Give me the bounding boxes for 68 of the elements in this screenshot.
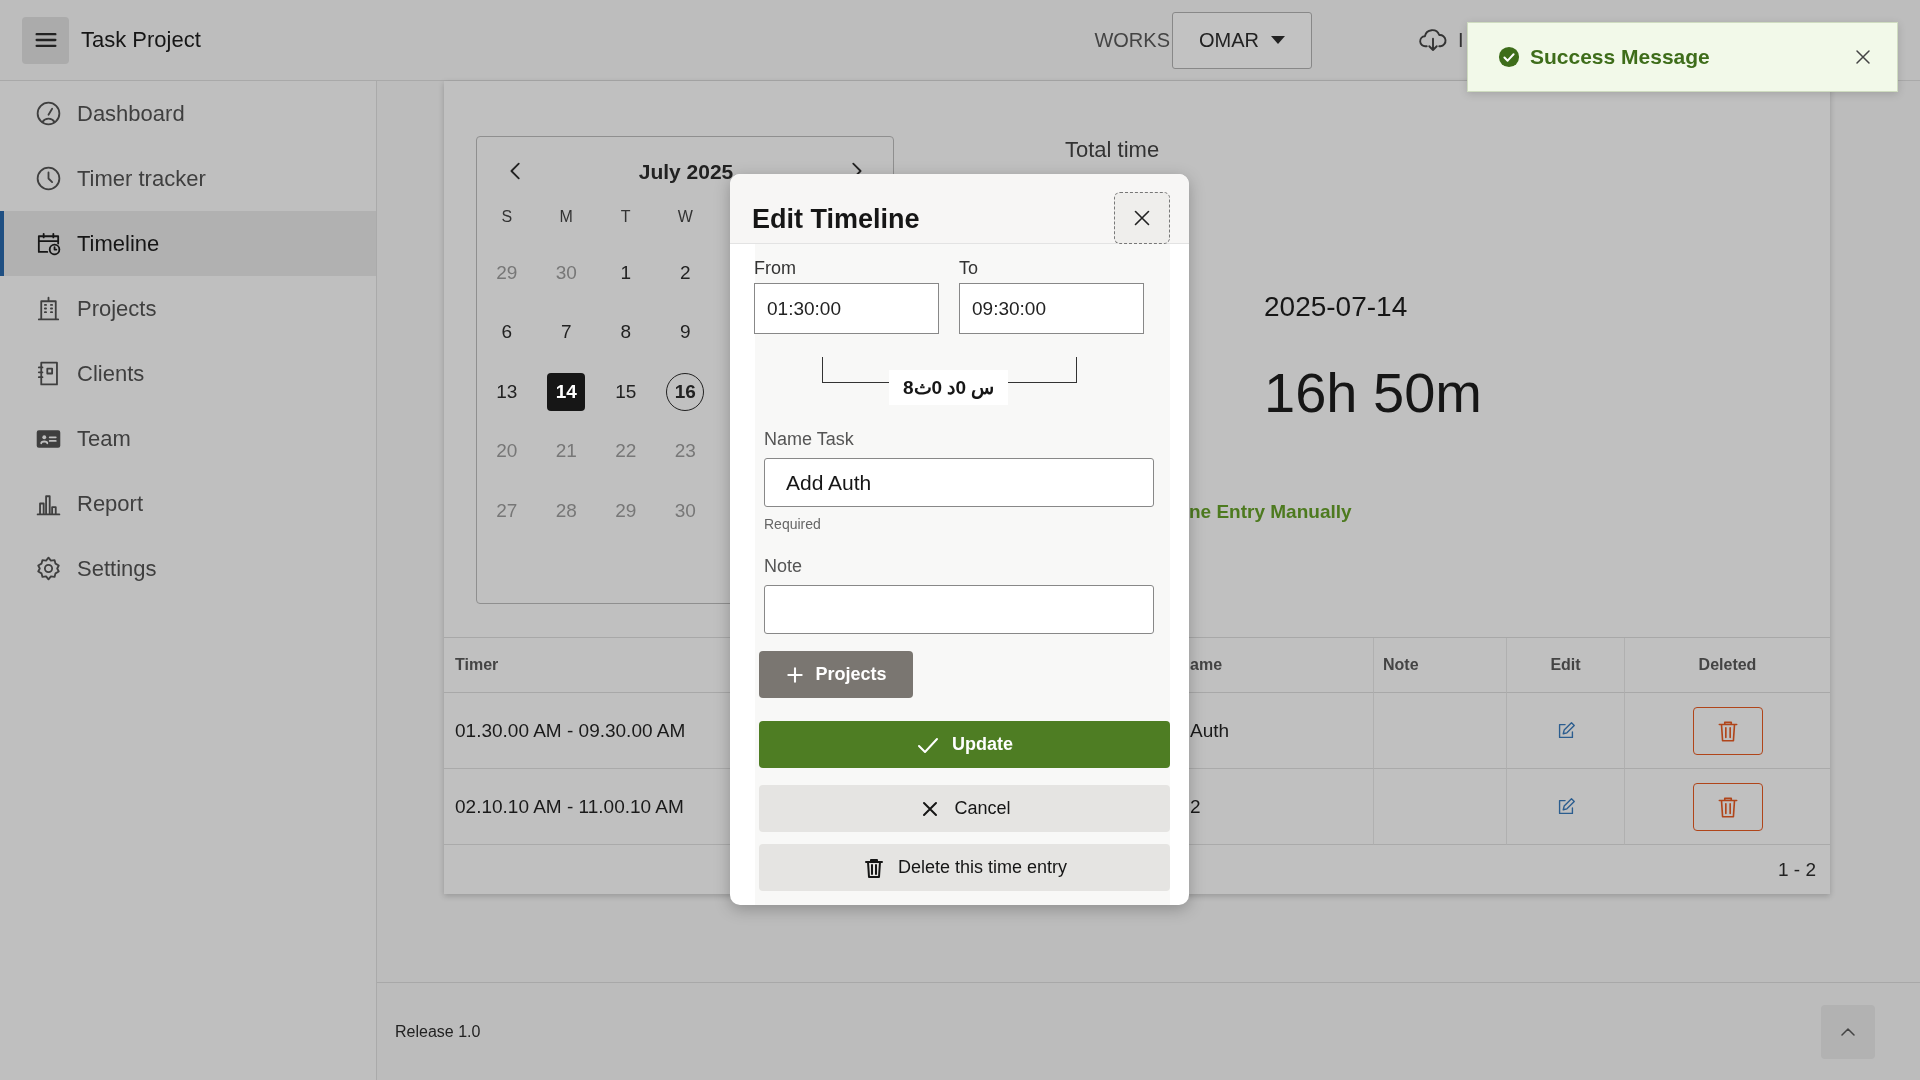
toast-message: Success Message [1530, 45, 1711, 69]
calendar-day[interactable]: 14 [547, 372, 586, 411]
gauge-icon [34, 99, 63, 128]
column-header: ame [1190, 656, 1223, 675]
column-header: Deleted [1698, 656, 1757, 675]
duration-label: س 0د 0ث8 [889, 370, 1009, 405]
calendar-day[interactable]: 13 [487, 372, 526, 411]
time-field[interactable]: 01:30:00 [754, 283, 939, 334]
total-time: 16h 50m [1264, 360, 1482, 425]
time-field[interactable]: 09:30:00 [959, 283, 1144, 334]
calendar-day[interactable]: 6 [487, 313, 526, 352]
name-cell: 2 [1190, 795, 1201, 818]
delete-button[interactable] [1692, 706, 1763, 755]
timer-cell: 01.30.00 AM - 09.30.00 AM [455, 719, 686, 742]
clock-icon [34, 164, 63, 193]
cancel-button[interactable]: Cancel [759, 785, 1170, 832]
weekday-label: M [559, 207, 573, 226]
summary-date: 2025-07-14 [1264, 291, 1409, 323]
required-hint: Required [764, 516, 822, 532]
pagination-label: 1 - 2 [1777, 858, 1816, 881]
field-label: Name Task [764, 429, 855, 450]
plus-icon [785, 664, 806, 685]
month-title: July 2025 [638, 160, 734, 184]
column-header: Note [1383, 656, 1419, 675]
check-circle-icon [1498, 46, 1520, 68]
calendar-day[interactable]: 7 [547, 313, 586, 352]
sidebar-item[interactable]: Settings [0, 536, 376, 601]
sidebar-item[interactable]: Timer tracker [0, 146, 376, 211]
weekday-label: T [620, 207, 631, 226]
delete-button[interactable] [1692, 782, 1763, 831]
field-label: To [959, 258, 979, 280]
calendar-day[interactable]: 15 [606, 372, 645, 411]
summary-title: Total time [1065, 137, 1161, 163]
calendar-day[interactable]: 8 [606, 313, 645, 352]
caret-icon [1271, 36, 1285, 44]
projects-button[interactable]: Projects [759, 651, 913, 698]
weekday-label: S [501, 207, 513, 226]
calendar-day[interactable]: 9 [666, 313, 705, 352]
sidebar-item[interactable]: Clients [0, 341, 376, 406]
weekday-label: W [677, 207, 693, 226]
calendar-day[interactable]: 2 [666, 253, 705, 292]
app-title: Task Project [81, 27, 201, 53]
column-header: Edit [1550, 656, 1581, 675]
note-field[interactable] [764, 585, 1154, 634]
release-label: Release 1.0 [395, 1022, 482, 1041]
sidebar-item[interactable]: Projects [0, 276, 376, 341]
timer-cell: 02.10.10 AM - 11.00.10 AM [455, 795, 684, 818]
sidebar-item[interactable]: Report [0, 471, 376, 536]
workspace-label: WORKS [1094, 28, 1170, 52]
settings-icon [34, 554, 63, 583]
task-name-field[interactable]: Add Auth [764, 458, 1154, 507]
menu-button[interactable] [22, 16, 69, 64]
calendar-day[interactable]: 1 [606, 253, 645, 292]
column-header: Timer [455, 656, 499, 675]
bracket-line [1008, 357, 1078, 383]
sidebar-item[interactable]: Dashboard [0, 81, 376, 146]
field-label: From [754, 258, 797, 280]
close-button[interactable] [1114, 192, 1170, 244]
delete-entry-button[interactable]: Delete this time entry [759, 844, 1170, 891]
chevron-up-icon [1841, 1027, 1855, 1036]
update-button[interactable]: Update [759, 721, 1170, 768]
name-cell: Auth [1190, 719, 1230, 742]
user-dropdown[interactable]: OMAR [1172, 11, 1312, 69]
dialog-title: Edit Timeline [752, 204, 921, 235]
sidebar-item[interactable]: Team [0, 406, 376, 471]
sidebar-item[interactable]: Timeline [0, 211, 376, 276]
field-label: Note [764, 556, 804, 577]
toolbar-label: I [1458, 28, 1464, 52]
